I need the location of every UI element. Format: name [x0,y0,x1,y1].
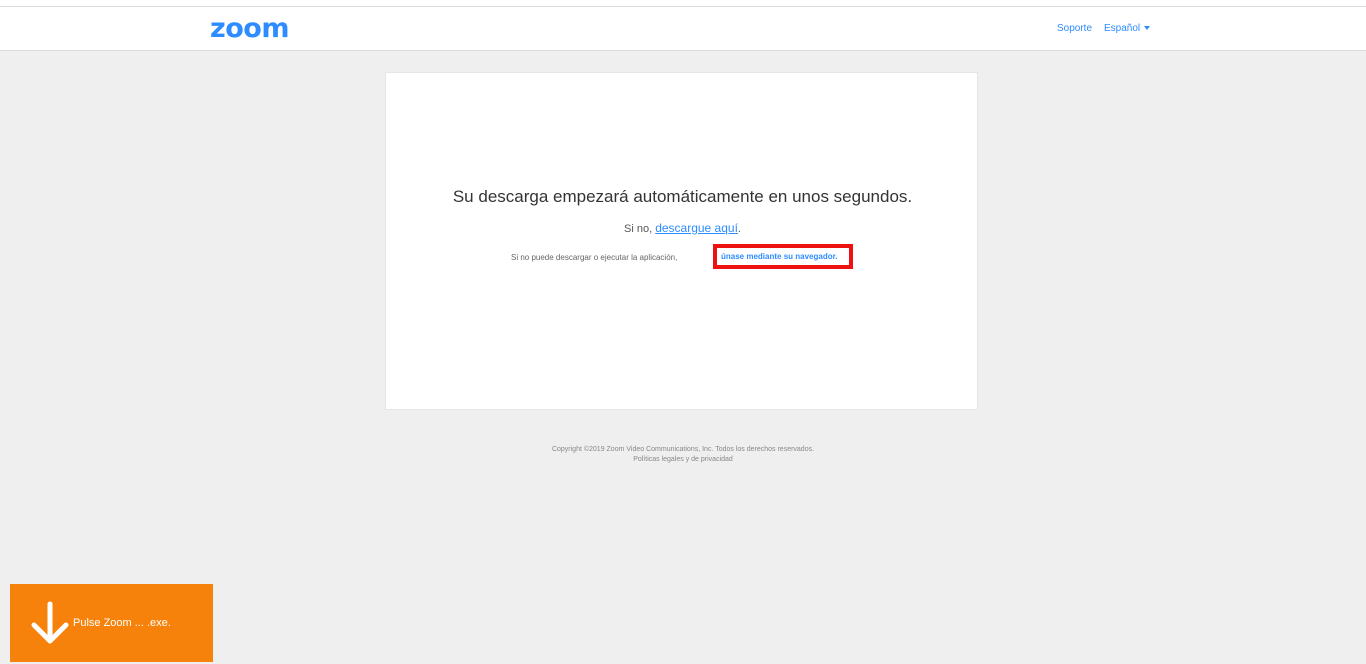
highlight-box: únase mediante su navegador. [713,244,853,269]
language-selector[interactable]: Español [1104,23,1151,34]
download-toast[interactable]: Pulse Zoom ... .exe. [10,584,213,662]
footer: Copyright ©2019 Zoom Video Communication… [0,445,1366,465]
caret-down-icon [1144,26,1151,31]
language-label: Español [1104,23,1141,34]
toast-text: Pulse Zoom ... .exe. [73,617,171,629]
fallback-line: Si no, descargue aquí. [386,221,979,235]
browser-join-prefix: Si no puede descargar o ejecutar la apli… [511,253,678,262]
download-here-link[interactable]: descargue aquí [655,221,738,235]
download-headline: Su descarga empezará automáticamente en … [452,187,913,206]
header: zoom Soporte Español [0,6,1366,51]
fallback-suffix: . [737,223,741,235]
zoom-logo[interactable]: zoom [210,12,289,46]
arrow-down-icon [31,601,69,644]
copyright-text: Copyright ©2019 Zoom Video Communication… [551,446,815,453]
join-from-browser-link[interactable]: únase mediante su navegador. [721,252,837,261]
legal-privacy-link[interactable]: Políticas legales y de privacidad [0,455,1366,465]
page: zoom Soporte Español Su descarga empezar… [0,0,1366,664]
support-link[interactable]: Soporte [1057,23,1092,34]
fallback-prefix: Si no, [624,223,656,235]
download-card: Su descarga empezará automáticamente en … [385,72,978,410]
